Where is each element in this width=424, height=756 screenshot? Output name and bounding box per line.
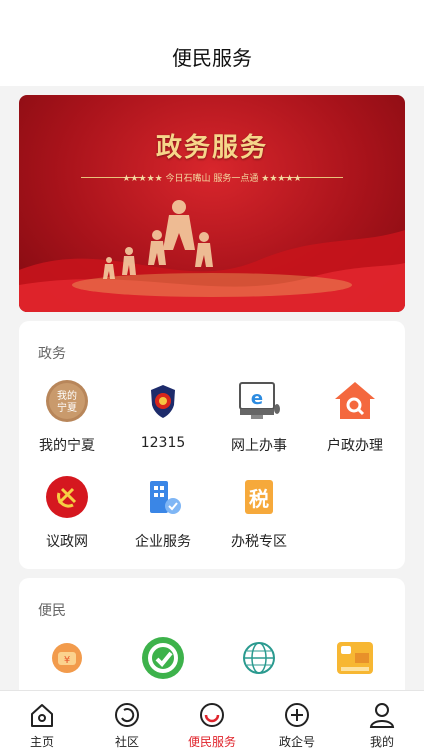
tab-gov-account[interactable]: 政企号 [255,691,339,750]
my-ningxia-icon: 我的 宁夏 [45,379,89,423]
svg-text:税: 税 [249,487,269,511]
section-title: 政务 [38,346,66,362]
section-gov: 政务 我的 宁夏 我的宁夏 12315 e 网上办事 户政办理 议政网 企业服务… [19,321,405,569]
home-icon [28,701,56,729]
svg-text:宁夏: 宁夏 [57,401,77,414]
svg-text:我的: 我的 [57,389,77,402]
banner-title: 政务服务 [155,133,268,163]
market-regulation-badge-icon [141,379,185,423]
tab-mine[interactable]: 我的 [340,691,424,750]
service-green[interactable] [115,636,211,680]
tab-community[interactable]: 社区 [85,691,169,750]
svg-text:¥: ¥ [64,655,70,666]
house-search-icon [333,379,377,423]
service-tax[interactable]: 税 办税专区 [211,475,307,551]
community-icon [113,701,141,729]
enterprise-icon [141,475,185,519]
tab-home[interactable]: 主页 [0,691,84,750]
user-icon [368,701,396,729]
page-title: 便民服务 [172,46,252,70]
banner[interactable]: 政务服务 ★★★★★ 今日石嘴山 服务一点通 ★★★★★ [19,95,405,312]
globe-logo-icon [237,636,281,680]
service-household[interactable]: 户政办理 [307,379,403,455]
service-yizheng[interactable]: 议政网 [19,475,115,551]
service-my-ningxia[interactable]: 我的 宁夏 我的宁夏 [19,379,115,455]
service-enterprise[interactable]: 企业服务 [115,475,211,551]
computer-icon: e [237,379,281,423]
service-globe[interactable] [211,636,307,680]
tax-icon: 税 [237,475,281,519]
wallet-orange-icon: ¥ [45,636,89,680]
service-card[interactable] [307,636,403,680]
service-wallet[interactable]: ¥ [19,636,115,680]
yellow-card-icon [333,636,377,680]
section-title: 便民 [38,603,66,619]
green-circle-icon [141,636,185,680]
service-12315[interactable]: 12315 [115,379,211,451]
svg-text:e: e [251,388,263,409]
tab-convenience[interactable]: 便民服务 [170,691,254,750]
top-bar: 便民服务 [0,0,424,86]
banner-subtitle: ★★★★★ 今日石嘴山 服务一点通 ★★★★★ [122,174,302,184]
plus-circle-icon [283,701,311,729]
bottom-tab-bar: 主页 社区 便民服务 政企号 我的 [0,690,424,756]
party-emblem-icon [45,475,89,519]
service-online[interactable]: e 网上办事 [211,379,307,455]
smile-icon [198,701,226,729]
